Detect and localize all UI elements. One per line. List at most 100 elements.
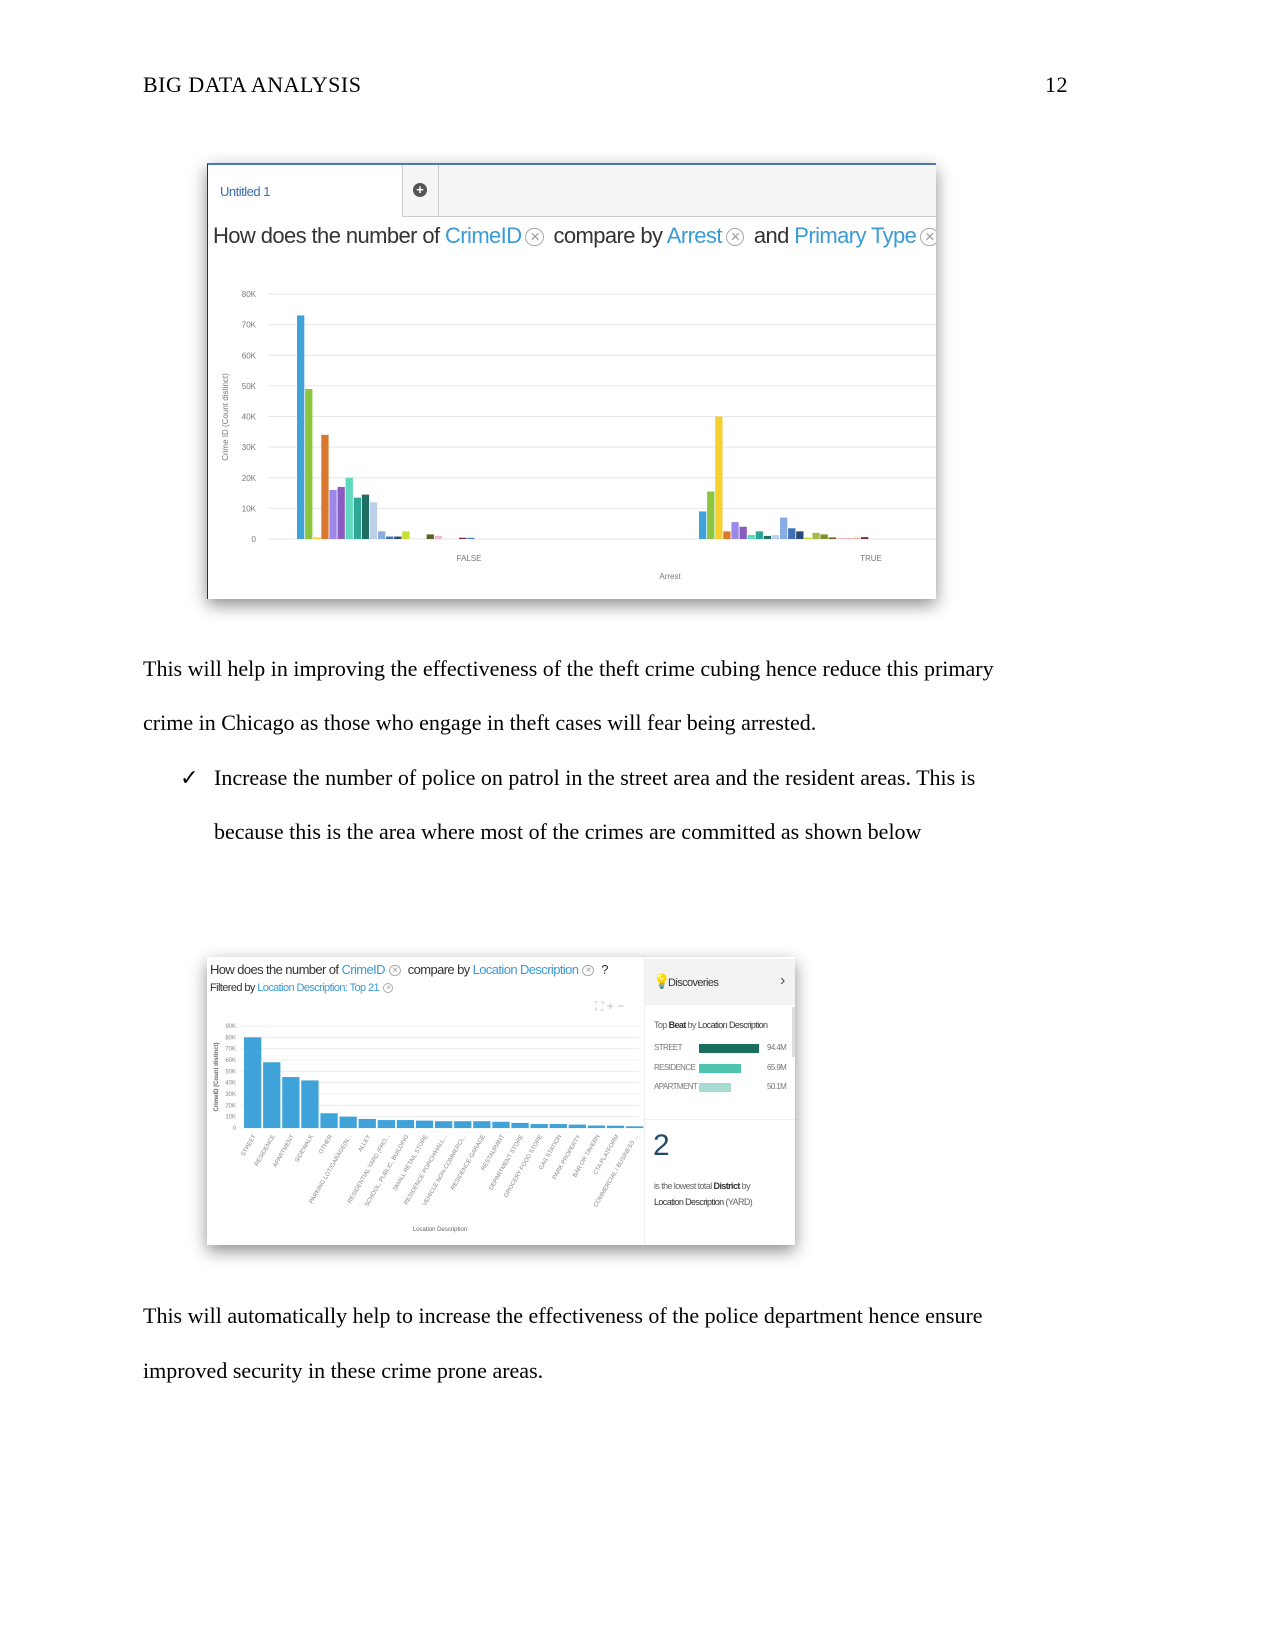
y-tick-label: 20K — [225, 1103, 236, 1109]
bar — [386, 536, 394, 539]
y-tick-label: 40K — [242, 413, 257, 422]
bar — [345, 477, 353, 539]
checkmark-icon: ✓ — [180, 765, 199, 790]
bar — [763, 535, 772, 539]
bar — [320, 1113, 338, 1128]
bar — [339, 1116, 357, 1128]
bar — [435, 1121, 453, 1128]
bar — [353, 497, 361, 539]
x-tick-label: TRUE — [860, 554, 882, 563]
bar — [434, 535, 442, 539]
bar — [396, 1120, 415, 1128]
y-tick-label: 0 — [233, 1126, 237, 1132]
discoveries-title: Discoveries — [668, 977, 719, 989]
bar — [626, 1126, 644, 1128]
bar — [492, 1121, 510, 1128]
discovery-row-label: APARTMENT — [654, 1082, 698, 1091]
bar — [739, 526, 747, 539]
x-tick-label: ALLEY — [358, 1134, 373, 1153]
bar — [861, 537, 869, 539]
x-tick-label: SMALL RETAIL STORE — [393, 1134, 430, 1192]
page-number: 12 — [1045, 72, 1068, 97]
x-tick-label: OTHER — [318, 1133, 334, 1155]
figure-arrest-chart: Untitled 1 + How does the number of Crim… — [207, 163, 936, 599]
y-tick-label: 20K — [242, 474, 257, 483]
paragraph-line: This will help in improving the effectiv… — [143, 656, 994, 681]
bar — [337, 486, 345, 539]
bar — [844, 538, 853, 539]
bar — [796, 531, 804, 539]
bar — [788, 528, 796, 539]
y-tick-label: 40K — [225, 1081, 236, 1087]
bar — [263, 1062, 281, 1128]
bar — [699, 511, 707, 539]
discovery-row-value: 50.1M — [767, 1082, 787, 1091]
y-tick-label: 50K — [225, 1069, 236, 1075]
bar — [402, 531, 410, 539]
y-tick-label: 70K — [242, 321, 257, 330]
bar — [305, 388, 313, 539]
bar — [836, 538, 844, 539]
discoveries-header[interactable]: 💡 Discoveries › — [645, 959, 795, 1005]
bar — [361, 494, 370, 539]
bar — [415, 1120, 434, 1128]
bar — [755, 531, 763, 539]
discovery-row-bar — [699, 1044, 759, 1053]
bar — [313, 537, 321, 539]
insight-text: is the lowest total District by Location … — [654, 1181, 753, 1207]
bar — [244, 1037, 262, 1128]
bar — [511, 1122, 529, 1128]
bar — [568, 1124, 586, 1128]
bar — [587, 1125, 606, 1128]
scrollbar[interactable] — [792, 1007, 795, 1057]
discovery-row-label: STREET — [654, 1043, 683, 1052]
y-tick-label: 90K — [225, 1024, 236, 1030]
bar — [731, 522, 739, 539]
bar — [459, 537, 467, 539]
figure-location-chart: How does the number of CrimeID × compare … — [207, 957, 795, 1245]
bar — [297, 315, 305, 539]
y-tick-label: 60K — [225, 1058, 236, 1064]
bar — [812, 532, 820, 539]
bar — [394, 536, 402, 539]
y-tick-label: 10K — [225, 1115, 236, 1121]
y-tick-label: 0 — [252, 535, 257, 544]
bar — [723, 531, 731, 539]
bar — [329, 490, 337, 539]
arrest-bar-chart: 0 10K 20K 30K 40K 50K 60K 70K 80K FALSE TRUE Arrest… — [221, 290, 936, 581]
x-tick-label: SIDEWALK — [294, 1134, 315, 1164]
bar — [426, 534, 434, 539]
chevron-right-icon[interactable]: › — [780, 972, 785, 990]
running-head: BIG DATA ANALYSIS — [143, 72, 362, 97]
bar — [377, 1120, 395, 1128]
y-tick-label: 80K — [242, 290, 257, 299]
bar — [852, 537, 861, 539]
x-tick-label: FALSE — [457, 554, 482, 563]
discovery-row-bar — [699, 1083, 731, 1092]
paragraph-line: crime in Chicago as those who engage in … — [143, 710, 817, 735]
x-tick-label: APARTMENT — [273, 1134, 297, 1169]
discovery-row-value: 65.9M — [767, 1062, 787, 1072]
bar — [358, 1118, 376, 1128]
discovery-row-value: 94.4M — [767, 1043, 787, 1052]
bar — [707, 491, 715, 539]
discovery-row-label: RESIDENCE — [654, 1062, 696, 1072]
y-tick-label: 30K — [242, 443, 257, 452]
bar — [467, 537, 475, 539]
top-beat-label: Top Beat by Location Description — [654, 1020, 768, 1030]
bar — [715, 416, 723, 539]
bar — [301, 1080, 319, 1128]
bar — [820, 534, 828, 539]
x-tick-label: DEPARTMENT STORE — [488, 1134, 525, 1191]
paragraph-line: improved security in these crime prone a… — [143, 1358, 544, 1383]
paragraph-line: This will automatically help to increase… — [143, 1303, 983, 1328]
y-tick-label: 60K — [242, 351, 257, 360]
y-tick-label: 10K — [242, 504, 257, 513]
bar — [473, 1121, 491, 1128]
y-tick-label: 80K — [225, 1035, 236, 1041]
bar — [804, 537, 812, 539]
bar — [780, 517, 788, 539]
discoveries-panel: 💡 Discoveries › Top Beat by Location Des… — [644, 957, 795, 1245]
bar — [606, 1125, 625, 1128]
insight-number: 2 — [653, 1129, 670, 1162]
